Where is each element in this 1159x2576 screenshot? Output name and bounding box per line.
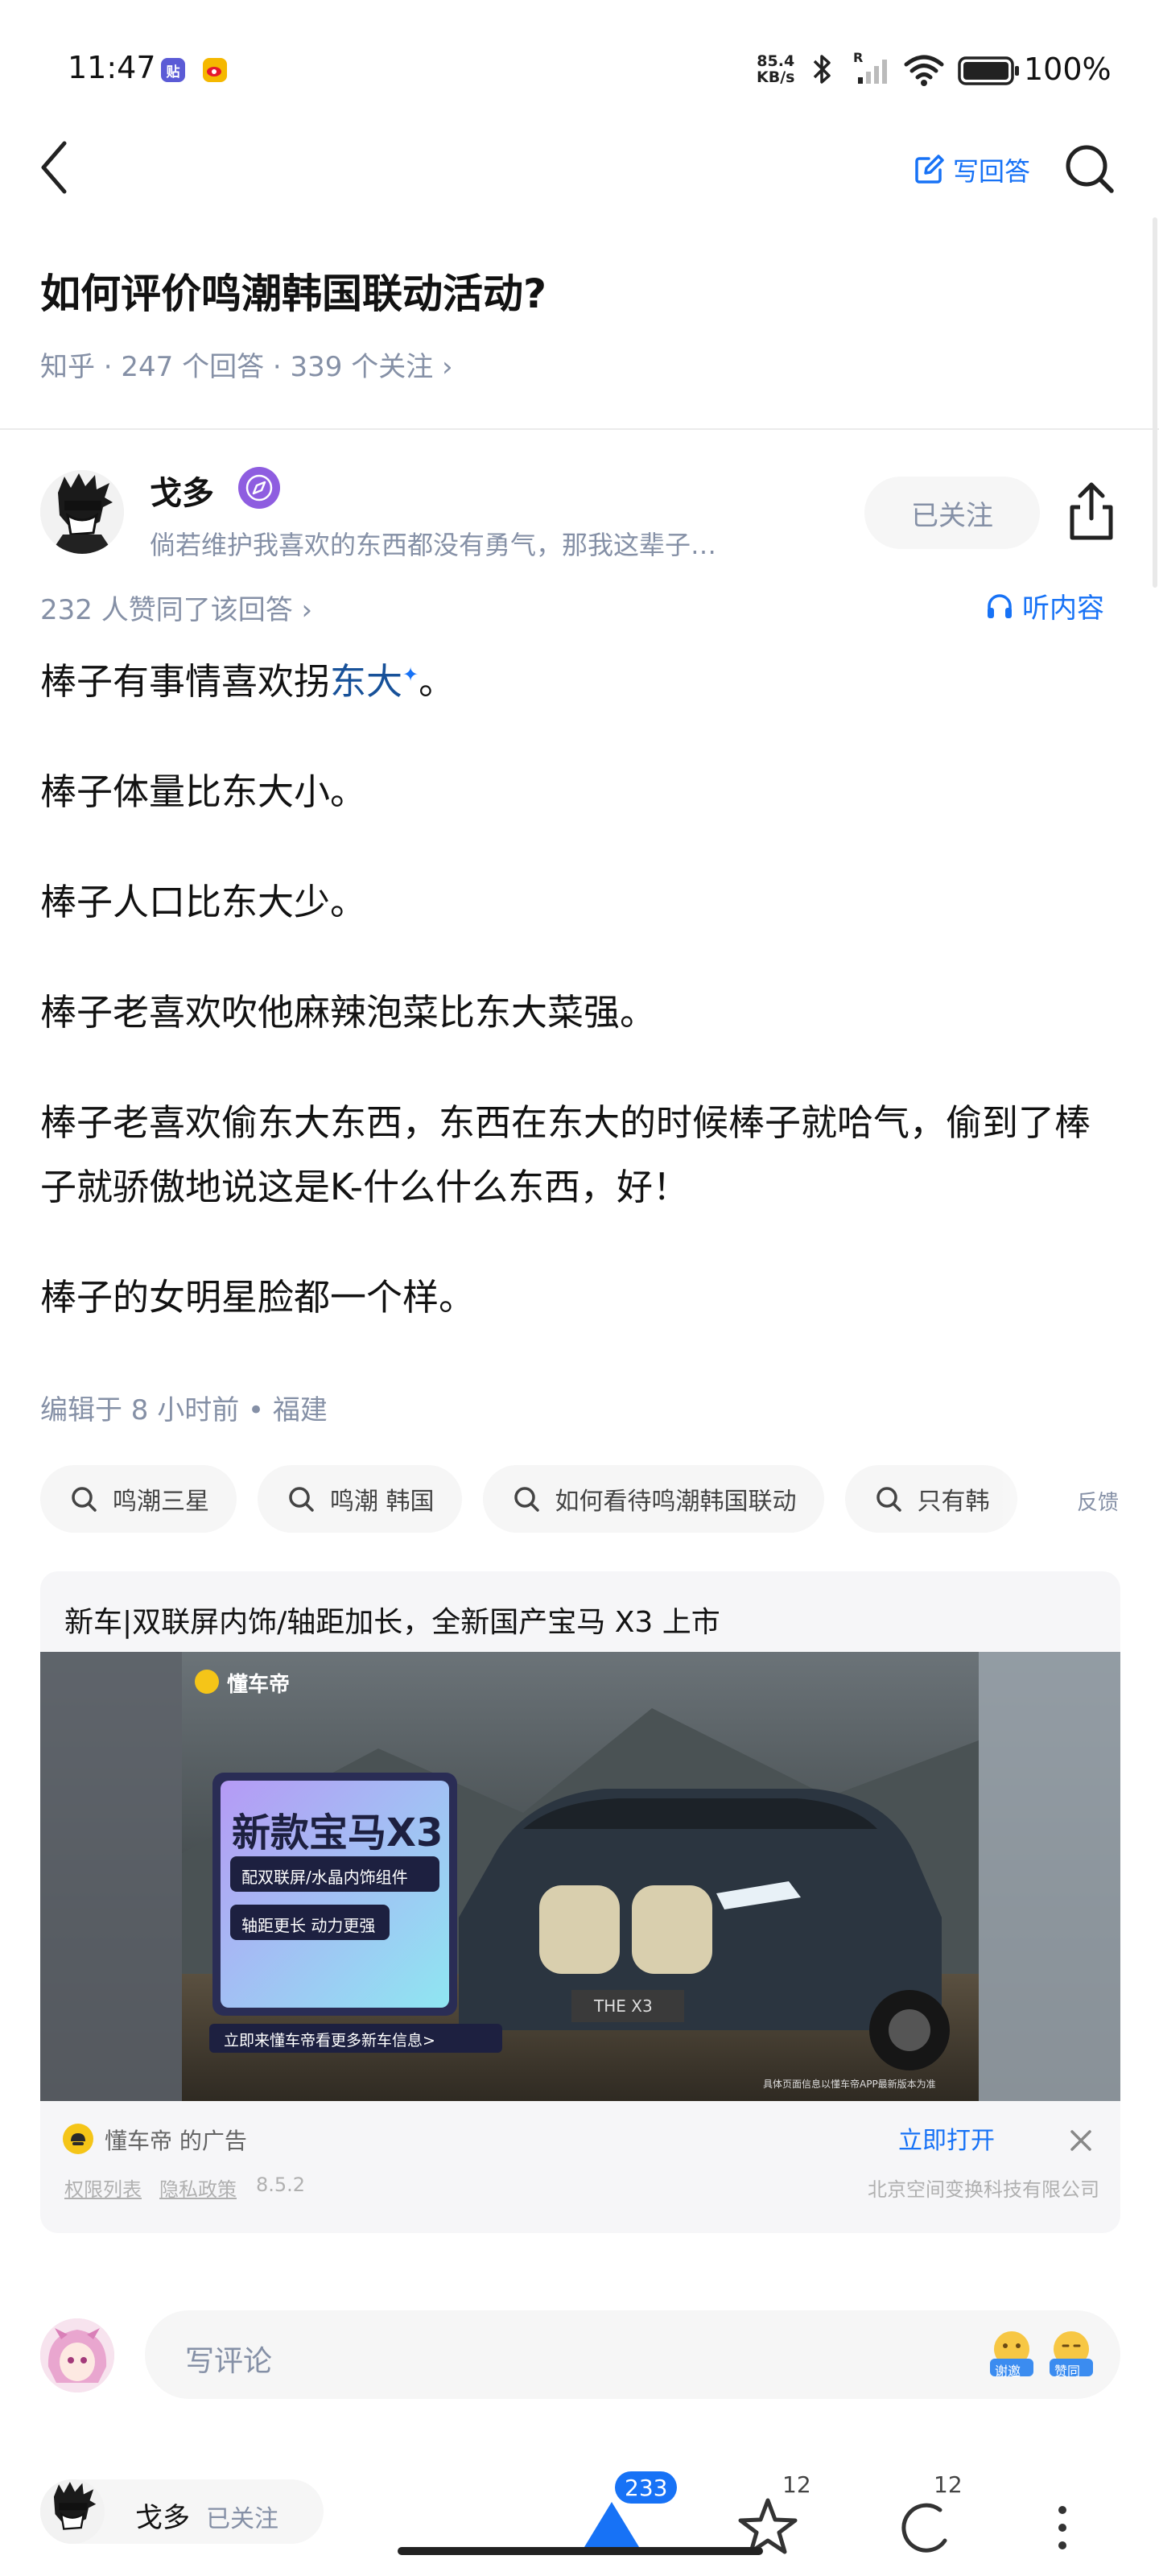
home-indicator[interactable]: [398, 2547, 763, 2555]
creator-badge-icon[interactable]: [238, 467, 280, 509]
status-time: 11:47: [68, 50, 156, 85]
ad-banner-image[interactable]: 懂车帝 新款宝马X3 配双联屏/水晶内饰组件 轴距更长 动力更强 立即来懂车帝看…: [40, 1652, 1120, 2101]
status-bar: 11:47 贴 85.4 KB/s R 100%: [0, 0, 1159, 121]
answer-text: 棒子有事情喜欢拐: [40, 660, 331, 703]
search-chip-label: 如何看待鸣潮韩国联动: [555, 1488, 797, 1516]
ad-cta-strip: 立即来懂车帝看更多新车信息>: [224, 2032, 435, 2050]
header-divider: [0, 428, 1159, 430]
answer-text: 。: [419, 660, 456, 703]
search-chip[interactable]: 鸣潮 韩国: [258, 1465, 462, 1533]
car-scene-image: [40, 1652, 1120, 2101]
listen-button[interactable]: 听内容: [985, 586, 1104, 625]
network-speed-value: 85.4: [757, 52, 795, 70]
answer-paragraph: 棒子老喜欢吹他麻辣泡菜比东大菜强。: [40, 991, 657, 1034]
emoji-agree-button[interactable]: 赞同: [1046, 2328, 1096, 2379]
search-chip-label: 鸣潮三星: [113, 1488, 209, 1516]
headphones-icon: [988, 593, 1012, 618]
share-icon[interactable]: [1062, 480, 1120, 544]
battery-percent: 100%: [1024, 52, 1112, 87]
keyword-link[interactable]: 东大: [330, 660, 402, 703]
ad-company: 北京空间变换科技有限公司: [868, 2178, 1099, 2201]
favorite-count: 12: [782, 2471, 811, 2498]
battery-icon: [958, 56, 1019, 85]
comment-button[interactable]: 12: [893, 2471, 982, 2576]
close-icon[interactable]: [1067, 2127, 1095, 2154]
network-speed: 85.4 KB/s: [757, 53, 794, 85]
edit-timestamp: 编辑于 8 小时前 • 福建: [40, 1394, 328, 1426]
search-chip-label: 鸣潮 韩国: [330, 1488, 435, 1516]
edit-icon: [915, 155, 944, 184]
search-icon[interactable]: [1062, 142, 1116, 195]
comment-input[interactable]: 写评论 谢邀 赞同: [145, 2310, 1120, 2399]
search-chip[interactable]: 鸣潮三星: [40, 1465, 237, 1533]
ad-feature: 轴距更长 动力更强: [241, 1916, 376, 1935]
search-chip[interactable]: 如何看待鸣潮韩国联动: [482, 1465, 824, 1533]
related-search-chips: 鸣潮三星 鸣潮 韩国 如何看待鸣潮韩国联动 只有韩: [40, 1465, 1127, 1533]
follow-button[interactable]: 已关注: [864, 477, 1040, 549]
ad-headline: 新款宝马X3: [232, 1810, 443, 1856]
emoji-agree-label: 赞同: [1054, 2363, 1081, 2379]
ad-card[interactable]: 新车|双联屏内饰/轴距加长，全新国产宝马 X3 上市 懂车帝 新款宝马X3 配双…: [40, 1571, 1120, 2233]
answer-paragraph: 棒子体量比东大小。: [40, 770, 367, 813]
bottom-author-name: 戈多: [135, 2502, 190, 2534]
answer-paragraph: 棒子的女明星脸都一个样。: [40, 1276, 476, 1319]
search-icon: [72, 1487, 97, 1512]
signal-icon: [858, 60, 887, 84]
ad-open-button[interactable]: 立即打开: [898, 2120, 995, 2156]
upvote-count: 233: [615, 2471, 678, 2504]
scrollbar[interactable]: [1153, 217, 1157, 588]
weibo-icon: [203, 58, 227, 82]
search-icon: [514, 1487, 539, 1512]
user-avatar[interactable]: [40, 2318, 114, 2392]
author-name[interactable]: 戈多: [150, 467, 214, 514]
search-icon: [876, 1487, 901, 1512]
bottom-followed-label: 已关注: [206, 2505, 278, 2533]
comment-placeholder: 写评论: [185, 2345, 273, 2378]
bluetooth-icon: [813, 55, 831, 84]
car-plate: THE X3: [594, 1996, 653, 2016]
question-meta[interactable]: 知乎 · 247 个回答 · 339 个关注 ›: [40, 345, 453, 384]
search-icon: [289, 1487, 314, 1512]
ad-sponsor-logo-icon: [63, 2124, 93, 2154]
ad-permissions-link[interactable]: 权限列表: [64, 2174, 142, 2202]
question-title[interactable]: 如何评价鸣潮韩国联动活动?: [40, 262, 547, 320]
write-answer-label: 写回答: [953, 156, 1031, 187]
favorite-button[interactable]: 12: [736, 2471, 824, 2576]
comment-count: 12: [934, 2471, 963, 2498]
network-speed-unit: KB/s: [757, 68, 795, 86]
comment-bubble-icon: [901, 2503, 947, 2553]
bottom-author-avatar: [40, 2479, 105, 2544]
answer-paragraph: 棒子人口比东大少。: [40, 881, 367, 923]
ad-title[interactable]: 新车|双联屏内饰/轴距加长，全新国产宝马 X3 上市: [64, 1599, 720, 1641]
ad-privacy-link[interactable]: 隐私政策: [159, 2174, 237, 2202]
ad-feature: 配双联屏/水晶内饰组件: [241, 1868, 408, 1887]
author-avatar[interactable]: [40, 470, 124, 554]
more-options-icon[interactable]: [1046, 2496, 1079, 2560]
search-chip-label: 只有韩: [917, 1488, 990, 1516]
notification-app-icon: 贴: [161, 58, 185, 82]
search-chip[interactable]: 只有韩: [844, 1465, 1017, 1533]
answer-paragraph: 棒子有事情喜欢拐东大✦。: [40, 642, 1119, 714]
feedback-link[interactable]: 反馈: [1077, 1486, 1119, 1516]
wifi-icon: [904, 55, 944, 86]
ad-disclaimer: 具体页面信息以懂车帝APP最新版本为准: [763, 2079, 936, 2090]
upvote-summary[interactable]: 232 人赞同了该回答 ›: [40, 588, 312, 627]
bottom-author-pill[interactable]: 戈多 已关注: [40, 2479, 324, 2544]
back-arrow-icon[interactable]: [35, 138, 74, 196]
author-bio: 倘若维护我喜欢的东西都没有勇气，那我这辈子…: [150, 530, 717, 560]
write-answer-button[interactable]: 写回答: [913, 150, 1030, 190]
upvote-button[interactable]: 233: [580, 2471, 678, 2576]
answer-paragraph: 棒子老喜欢偷东大东西，东西在东大的时候棒子就哈气，偷到了棒子就骄傲地说这是K-什…: [40, 1101, 1091, 1208]
ad-brand-logo: 懂车帝: [227, 1673, 291, 1697]
sparkle-icon: ✦: [402, 663, 419, 686]
answer-content: 棒子有事情喜欢拐东大✦。 棒子体量比东大小。 棒子人口比东大少。 棒子老喜欢吹他…: [40, 642, 1119, 1376]
emoji-thanks-label: 谢邀: [995, 2363, 1021, 2379]
emoji-thanks-button[interactable]: 谢邀: [987, 2328, 1037, 2379]
ad-version: 8.5.2: [256, 2174, 306, 2196]
listen-label: 听内容: [1022, 592, 1104, 625]
ad-sponsor-label: 懂车帝 的广告: [105, 2128, 247, 2154]
bottom-action-bar: 戈多 已关注 233 12 12: [0, 2447, 1159, 2576]
